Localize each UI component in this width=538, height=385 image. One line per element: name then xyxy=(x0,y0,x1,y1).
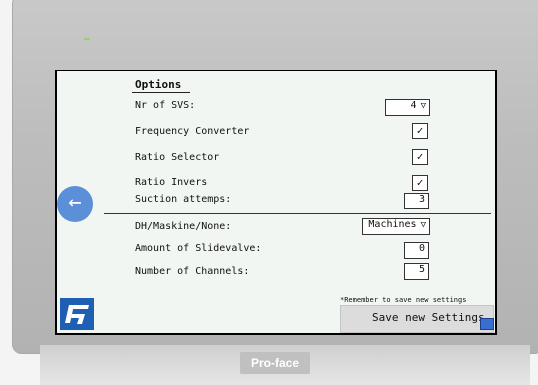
status-led xyxy=(84,38,90,40)
frequency-converter-label: Frequency Converter xyxy=(135,126,250,137)
dh-maskine-value: Machines xyxy=(368,219,417,230)
frequency-converter-checkbox[interactable]: ✓ xyxy=(412,123,428,139)
dh-maskine-label: DH/Maskine/None: xyxy=(135,221,232,232)
chevron-down-icon: ▽ xyxy=(420,101,426,111)
suction-attempts-input[interactable]: 3 xyxy=(404,193,429,209)
ratio-invers-label: Ratio Invers xyxy=(135,177,208,188)
chevron-down-icon: ▽ xyxy=(420,220,426,230)
brand-label: Pro-face xyxy=(240,352,310,374)
ratio-selector-label: Ratio Selector xyxy=(135,152,220,163)
ratio-selector-checkbox[interactable]: ✓ xyxy=(412,149,428,165)
page-title: Options xyxy=(135,78,182,91)
check-icon: ✓ xyxy=(416,150,424,163)
check-icon: ✓ xyxy=(416,176,424,189)
dh-maskine-select[interactable]: Machines ▽ xyxy=(362,218,430,235)
svs-label: Nr of SVS: xyxy=(135,100,196,111)
slidevalve-input[interactable]: 0 xyxy=(404,242,429,259)
arrow-left-icon: ← xyxy=(68,190,82,215)
channels-label: Number of Channels: xyxy=(135,266,250,277)
save-icon xyxy=(480,318,494,330)
section-divider xyxy=(104,213,491,214)
svs-value: 4 xyxy=(410,100,417,111)
company-logo xyxy=(60,298,94,330)
suction-attempts-label: Suction attemps: xyxy=(135,194,232,205)
ratio-invers-checkbox[interactable]: ✓ xyxy=(412,175,428,191)
slidevalve-label: Amount of Slidevalve: xyxy=(135,243,262,254)
save-settings-label: Save new Settings xyxy=(372,311,485,324)
check-icon: ✓ xyxy=(416,124,424,137)
save-reminder: *Remember to save new settings xyxy=(340,296,467,304)
back-button[interactable]: ← xyxy=(57,186,93,222)
logo-icon xyxy=(65,305,89,324)
channels-input[interactable]: 5 xyxy=(404,263,429,280)
title-underline xyxy=(132,92,190,93)
svs-select[interactable]: 4 ▽ xyxy=(385,99,430,116)
